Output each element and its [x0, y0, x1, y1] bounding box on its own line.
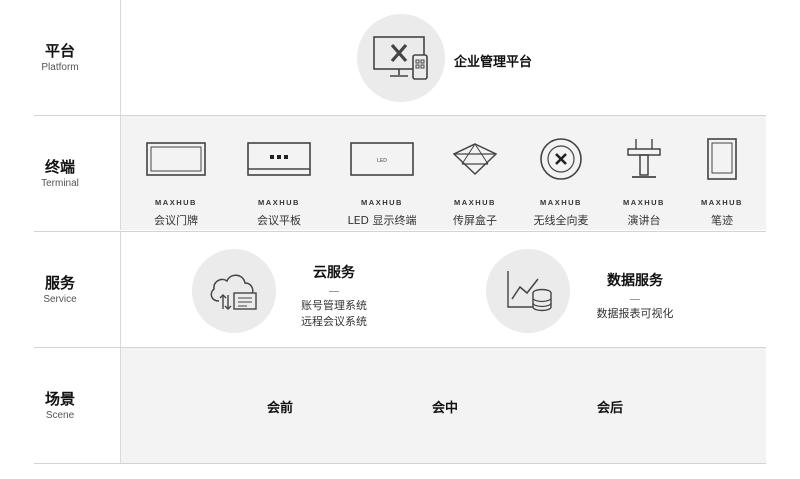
writing-pad-icon — [707, 138, 737, 180]
terminal-item: MAXHUB 无线全向麦 — [516, 116, 606, 230]
terminal-item: MAXHUB 笔迹 — [677, 116, 767, 230]
terminal-brand: MAXHUB — [623, 198, 665, 207]
cloud-service-circle — [192, 249, 276, 333]
terminal-brand: MAXHUB — [701, 198, 743, 207]
service-content: 云服务 账号管理系统 远程会议系统 数据服务 数据报表可视化 — [121, 232, 766, 347]
platform-label-en: Platform — [41, 62, 79, 73]
monitor-phone-icon — [373, 36, 428, 80]
terminal-panel: MAXHUB 会议门牌 MAXHUB 会议平板 LED MAXHUB LED 显… — [121, 116, 766, 230]
service-title: 数据服务 — [607, 273, 663, 289]
terminal-name: 无线全向麦 — [533, 214, 589, 227]
terminal-brand: MAXHUB — [540, 198, 582, 207]
platform-content: 企业管理平台 — [121, 0, 766, 115]
terminal-name: 会议门牌 — [154, 214, 198, 227]
platform-row: 平台 Platform 企业管理平台 — [0, 0, 800, 115]
terminal-name: 演讲台 — [627, 214, 661, 227]
cloud-service-icon — [210, 274, 257, 310]
led-mark-text: LED — [377, 158, 387, 164]
meeting-tablet-icon — [247, 142, 311, 176]
scene-during: 会中 — [432, 401, 459, 416]
omni-mic-icon — [540, 138, 582, 180]
scene-before: 会前 — [267, 401, 294, 416]
service-label-en: Service — [43, 294, 77, 305]
terminal-name: LED 显示终端 — [347, 214, 417, 227]
service-row-label: 服务 Service — [0, 232, 121, 347]
data-service-circle — [486, 249, 570, 333]
service-dash — [630, 299, 640, 300]
terminal-brand: MAXHUB — [361, 198, 403, 207]
terminal-name: 传屏盒子 — [453, 214, 497, 227]
data-service-text: 数据服务 数据报表可视化 — [583, 270, 687, 322]
display-panel-icon — [146, 142, 206, 176]
cast-box-icon — [452, 143, 498, 176]
terminal-item: MAXHUB 会议门牌 — [131, 116, 221, 230]
data-chart-icon — [507, 271, 552, 312]
service-dash — [329, 291, 339, 292]
terminal-brand: MAXHUB — [258, 198, 300, 207]
terminal-brand: MAXHUB — [155, 198, 197, 207]
platform-icon-circle — [357, 14, 445, 102]
terminal-name: 会议平板 — [257, 214, 301, 227]
led-display-icon: LED — [350, 142, 414, 176]
scene-label-en: Scene — [45, 410, 75, 421]
terminal-item: LED MAXHUB LED 显示终端 — [337, 116, 427, 230]
platform-label-cn: 平台 — [44, 42, 75, 60]
scene-row-label: 场景 Scene — [0, 348, 121, 463]
platform-row-label: 平台 Platform — [0, 0, 121, 115]
scene-label-cn: 场景 — [44, 390, 75, 408]
service-title: 云服务 — [313, 265, 355, 281]
terminal-label-cn: 终端 — [44, 157, 75, 176]
podium-icon — [627, 139, 661, 178]
terminal-item: MAXHUB 演讲台 — [599, 116, 689, 230]
service-label-cn: 服务 — [44, 274, 75, 292]
platform-name: 企业管理平台 — [454, 55, 533, 70]
service-line: 账号管理系统 — [301, 299, 367, 312]
scene-row: 场景 Scene 会前 会中 会后 — [0, 348, 800, 463]
divider — [34, 463, 766, 464]
terminal-item: MAXHUB 会议平板 — [234, 116, 324, 230]
terminal-row-label: 终端 Terminal — [0, 116, 121, 230]
terminal-row: 终端 Terminal MAXHUB 会议门牌 MAXHUB 会议平板 LED … — [0, 116, 800, 230]
service-line: 远程会议系统 — [301, 315, 367, 328]
scene-after: 会后 — [597, 401, 624, 416]
terminal-name: 笔迹 — [711, 214, 733, 227]
scene-panel: 会前 会中 会后 — [121, 348, 766, 463]
cloud-service-text: 云服务 账号管理系统 远程会议系统 — [289, 262, 379, 330]
service-line: 数据报表可视化 — [596, 307, 674, 320]
service-row: 服务 Service 云服务 账号管理系统 远程会议系统 数据服务 数据报表可视… — [0, 232, 800, 347]
terminal-brand: MAXHUB — [454, 198, 496, 207]
terminal-item: MAXHUB 传屏盒子 — [430, 116, 520, 230]
terminal-label-en: Terminal — [41, 177, 79, 189]
